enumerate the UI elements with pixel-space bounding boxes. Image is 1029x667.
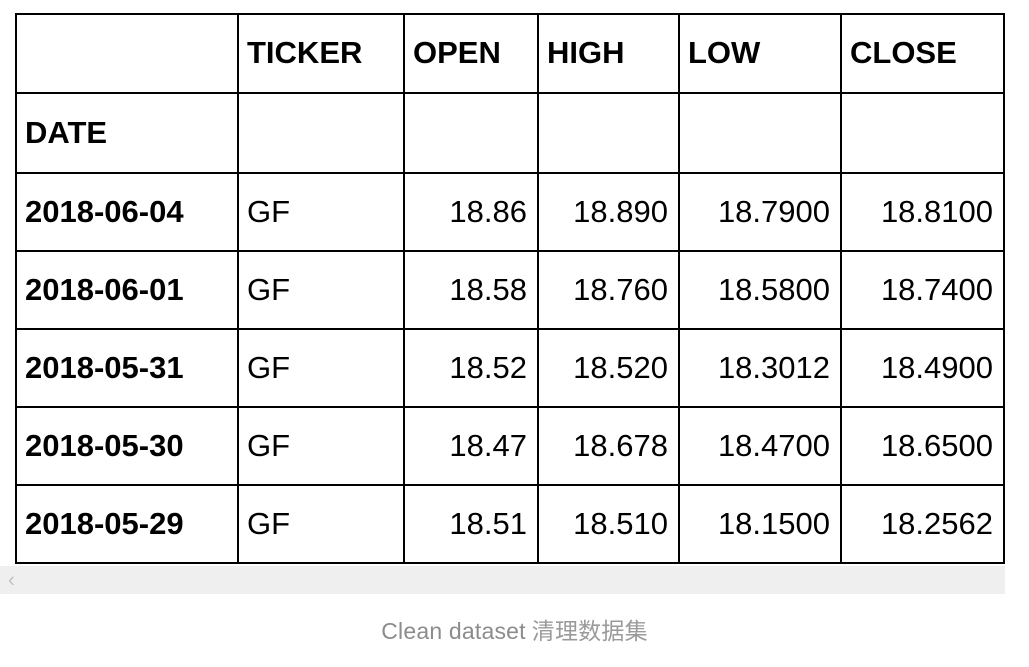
table-scroll-container[interactable]: TICKER OPEN HIGH LOW CLOSE DATE 2018-06-… xyxy=(15,13,1005,564)
cell-open: 18.58 xyxy=(403,250,539,330)
table-row: 2018-06-01 GF 18.58 18.760 18.5800 18.74… xyxy=(15,250,1005,330)
column-header-low: LOW xyxy=(678,13,842,94)
cell-close: 18.2562 xyxy=(840,484,1005,564)
table-body: 2018-06-04 GF 18.86 18.890 18.7900 18.81… xyxy=(15,172,1005,564)
index-name-row: DATE xyxy=(15,92,1005,174)
cell-low: 18.5800 xyxy=(678,250,842,330)
table-corner-blank-cell xyxy=(15,13,239,94)
caption-text-english: Clean dataset xyxy=(381,618,526,644)
cell-close: 18.4900 xyxy=(840,328,1005,408)
cell-date: 2018-06-01 xyxy=(15,250,239,330)
figure-caption: Clean dataset 清理数据集 xyxy=(0,612,1029,646)
column-header-ticker: TICKER xyxy=(237,13,405,94)
index-row-blank-open xyxy=(403,92,539,174)
cell-high: 18.760 xyxy=(537,250,680,330)
table-header: TICKER OPEN HIGH LOW CLOSE DATE xyxy=(15,13,1005,174)
column-header-high: HIGH xyxy=(537,13,680,94)
cell-low: 18.3012 xyxy=(678,328,842,408)
cell-open: 18.51 xyxy=(403,484,539,564)
cell-ticker: GF xyxy=(237,328,405,408)
cell-date: 2018-06-04 xyxy=(15,172,239,252)
horizontal-scrollbar[interactable]: ‹ xyxy=(0,566,1005,594)
index-row-blank-low xyxy=(678,92,842,174)
cell-ticker: GF xyxy=(237,250,405,330)
cell-high: 18.890 xyxy=(537,172,680,252)
index-row-blank-ticker xyxy=(237,92,405,174)
cell-low: 18.4700 xyxy=(678,406,842,486)
caption-text-chinese: 清理数据集 xyxy=(531,618,648,644)
cell-date: 2018-05-31 xyxy=(15,328,239,408)
chevron-left-icon[interactable]: ‹ xyxy=(8,570,15,591)
table-header-row: TICKER OPEN HIGH LOW CLOSE xyxy=(15,13,1005,94)
table-row: 2018-05-31 GF 18.52 18.520 18.3012 18.49… xyxy=(15,328,1005,408)
cell-close: 18.7400 xyxy=(840,250,1005,330)
cell-ticker: GF xyxy=(237,406,405,486)
page-root: TICKER OPEN HIGH LOW CLOSE DATE 2018-06-… xyxy=(0,0,1029,667)
index-name-label: DATE xyxy=(15,92,239,174)
cell-low: 18.7900 xyxy=(678,172,842,252)
cell-close: 18.8100 xyxy=(840,172,1005,252)
table-row: 2018-05-29 GF 18.51 18.510 18.1500 18.25… xyxy=(15,484,1005,564)
cell-high: 18.678 xyxy=(537,406,680,486)
cell-ticker: GF xyxy=(237,484,405,564)
cell-high: 18.520 xyxy=(537,328,680,408)
cell-open: 18.86 xyxy=(403,172,539,252)
cell-open: 18.52 xyxy=(403,328,539,408)
cell-close: 18.6500 xyxy=(840,406,1005,486)
column-header-open: OPEN xyxy=(403,13,539,94)
index-row-blank-high xyxy=(537,92,680,174)
cell-ticker: GF xyxy=(237,172,405,252)
cell-date: 2018-05-29 xyxy=(15,484,239,564)
stock-data-table: TICKER OPEN HIGH LOW CLOSE DATE 2018-06-… xyxy=(15,13,1005,564)
table-row: 2018-05-30 GF 18.47 18.678 18.4700 18.65… xyxy=(15,406,1005,486)
index-row-blank-close xyxy=(840,92,1005,174)
table-row: 2018-06-04 GF 18.86 18.890 18.7900 18.81… xyxy=(15,172,1005,252)
cell-open: 18.47 xyxy=(403,406,539,486)
cell-date: 2018-05-30 xyxy=(15,406,239,486)
cell-low: 18.1500 xyxy=(678,484,842,564)
cell-high: 18.510 xyxy=(537,484,680,564)
column-header-close: CLOSE xyxy=(840,13,1005,94)
